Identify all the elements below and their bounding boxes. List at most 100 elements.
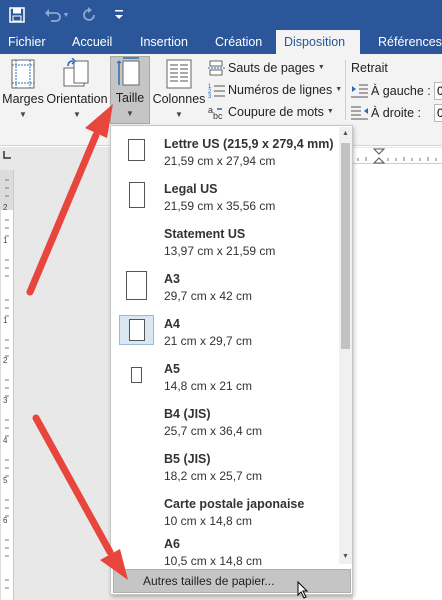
svg-text:3: 3 xyxy=(208,94,212,98)
page-size-icon xyxy=(119,270,154,300)
mouse-cursor-icon xyxy=(297,580,309,600)
orientation-icon xyxy=(62,57,92,90)
size-dims: 21,59 cm x 35,56 cm xyxy=(164,199,276,213)
marges-label: Marges xyxy=(2,92,44,106)
document-page[interactable] xyxy=(353,164,442,600)
size-dims: 10 cm x 14,8 cm xyxy=(164,514,253,528)
horizontal-ruler[interactable] xyxy=(350,148,442,164)
gauche-label: À gauche : xyxy=(371,84,431,98)
retrait-gauche-label: À gauche : xyxy=(351,81,431,101)
droite-label: À droite : xyxy=(371,106,422,120)
coupure-de-mots-button[interactable]: a bc Coupure de mots ▼ xyxy=(208,102,334,122)
vertical-ruler-ticks xyxy=(5,179,9,589)
scroll-down-icon[interactable]: ▼ xyxy=(339,550,352,564)
sauts-label: Sauts de pages xyxy=(228,61,315,75)
scroll-up-icon[interactable]: ▲ xyxy=(339,127,352,141)
numeros-label: Numéros de lignes xyxy=(228,83,333,97)
ribbon-tabs: Fichier Accueil Insertion Création Dispo… xyxy=(0,30,442,54)
coupure-label: Coupure de mots xyxy=(228,105,324,119)
ruler-number: 2 xyxy=(3,203,8,212)
size-option-b5-jis[interactable]: B5 (JIS) 18,2 cm x 25,7 cm xyxy=(112,444,338,488)
size-name: Legal US xyxy=(164,182,218,196)
size-name: A5 xyxy=(164,362,180,376)
tab-stop-icon[interactable] xyxy=(2,150,12,160)
size-option-a4[interactable]: A4 21 cm x 29,7 cm xyxy=(112,309,338,353)
chevron-down-icon: ▼ xyxy=(317,64,325,71)
tab-disposition[interactable]: Disposition xyxy=(276,30,360,54)
size-dims: 29,7 cm x 42 cm xyxy=(164,289,253,303)
size-icon xyxy=(115,57,145,89)
size-name: Statement US xyxy=(164,227,246,241)
tab-fichier[interactable]: Fichier xyxy=(0,30,54,54)
scrollbar-thumb[interactable] xyxy=(341,143,350,349)
retrait-droite-label: À droite : xyxy=(351,103,421,123)
chevron-down-icon: ▼ xyxy=(326,108,334,115)
dropdown-scrollbar[interactable]: ▲ ▼ xyxy=(339,127,352,564)
page-size-icon xyxy=(119,405,154,435)
page-size-icon xyxy=(119,495,154,525)
size-option-lettre-us[interactable]: Lettre US (215,9 x 279,4 mm) 21,59 cm x … xyxy=(112,129,338,173)
undo-dropdown-icon[interactable]: ▼ xyxy=(60,4,72,26)
colonnes-label: Colonnes xyxy=(152,92,206,106)
retrait-gauche-input[interactable]: 0 xyxy=(434,82,442,100)
size-name: Lettre US (215,9 x 279,4 mm) xyxy=(164,137,334,151)
taille-label: Taille xyxy=(115,91,145,105)
page-size-icon xyxy=(119,360,154,390)
size-dims: 21 cm x 29,7 cm xyxy=(164,334,253,348)
redo-icon[interactable] xyxy=(78,4,100,26)
size-option-legal-us[interactable]: Legal US 21,59 cm x 35,56 cm xyxy=(112,174,338,218)
tab-creation[interactable]: Création xyxy=(207,30,270,54)
indent-left-icon xyxy=(351,83,369,99)
ruler-number: 6 xyxy=(3,516,8,525)
size-dims: 13,97 cm x 21,59 cm xyxy=(164,244,276,258)
colonnes-button[interactable]: Colonnes ▼ xyxy=(152,58,206,122)
hyphenation-icon: a bc xyxy=(208,104,226,121)
columns-icon xyxy=(164,58,194,90)
page-size-icon xyxy=(119,180,154,210)
size-name: B5 (JIS) xyxy=(164,452,211,466)
tab-insertion[interactable]: Insertion xyxy=(132,30,196,54)
size-name: B4 (JIS) xyxy=(164,407,211,421)
size-option-a3[interactable]: A3 29,7 cm x 42 cm xyxy=(112,264,338,308)
tab-accueil[interactable]: Accueil xyxy=(64,30,120,54)
size-option-b4-jis[interactable]: B4 (JIS) 25,7 cm x 36,4 cm xyxy=(112,399,338,443)
page-size-icon xyxy=(119,135,154,165)
ruler-number: 1 xyxy=(3,236,8,245)
orientation-button[interactable]: Orientation ▼ xyxy=(46,57,108,122)
marges-button[interactable]: Marges ▼ xyxy=(2,58,44,122)
line-numbers-icon: 123 xyxy=(208,82,226,100)
sauts-de-pages-button[interactable]: Sauts de pages ▼ xyxy=(208,58,325,78)
page-size-icon xyxy=(119,315,154,345)
ruler-number: 1 xyxy=(3,316,8,325)
ruler-number: 3 xyxy=(3,396,8,405)
size-option-a6[interactable]: A6 10,5 cm x 14,8 cm xyxy=(112,529,338,573)
size-dims: 21,59 cm x 27,94 cm xyxy=(164,154,276,168)
size-option-statement-us[interactable]: Statement US 13,97 cm x 21,59 cm xyxy=(112,219,338,263)
svg-text:bc: bc xyxy=(213,111,223,120)
ruler-number: 2 xyxy=(3,356,8,365)
size-option-carte-postale[interactable]: Carte postale japonaise 10 cm x 14,8 cm xyxy=(112,489,338,533)
size-dims: 10,5 cm x 14,8 cm xyxy=(164,554,263,568)
chevron-down-icon: ▼ xyxy=(19,110,27,119)
ruler-number: 5 xyxy=(3,476,8,485)
size-option-a5[interactable]: A5 14,8 cm x 21 cm xyxy=(112,354,338,398)
page-size-icon xyxy=(119,450,154,480)
size-dims: 18,2 cm x 25,7 cm xyxy=(164,469,263,483)
autres-tailles-button[interactable]: Autres tailles de papier... xyxy=(113,569,351,593)
tab-references[interactable]: Références xyxy=(370,30,442,54)
size-name: Carte postale japonaise xyxy=(164,497,305,511)
indent-right-icon xyxy=(351,105,369,121)
chevron-down-icon: ▼ xyxy=(335,86,343,93)
retrait-droite-input[interactable]: 0 xyxy=(434,104,442,122)
size-name: A3 xyxy=(164,272,180,286)
ribbon-separator xyxy=(345,60,346,120)
size-name: A4 xyxy=(164,317,180,331)
save-icon[interactable] xyxy=(6,4,28,26)
orientation-label: Orientation xyxy=(46,92,108,106)
title-bar: ▼ xyxy=(0,0,442,30)
size-name: A6 xyxy=(164,537,180,551)
taille-dropdown: Lettre US (215,9 x 279,4 mm) 21,59 cm x … xyxy=(110,125,353,595)
customize-qa-icon[interactable] xyxy=(108,4,130,26)
numeros-de-lignes-button[interactable]: 123 Numéros de lignes ▼ xyxy=(208,80,342,100)
taille-button[interactable]: Taille ▼ xyxy=(110,56,150,124)
